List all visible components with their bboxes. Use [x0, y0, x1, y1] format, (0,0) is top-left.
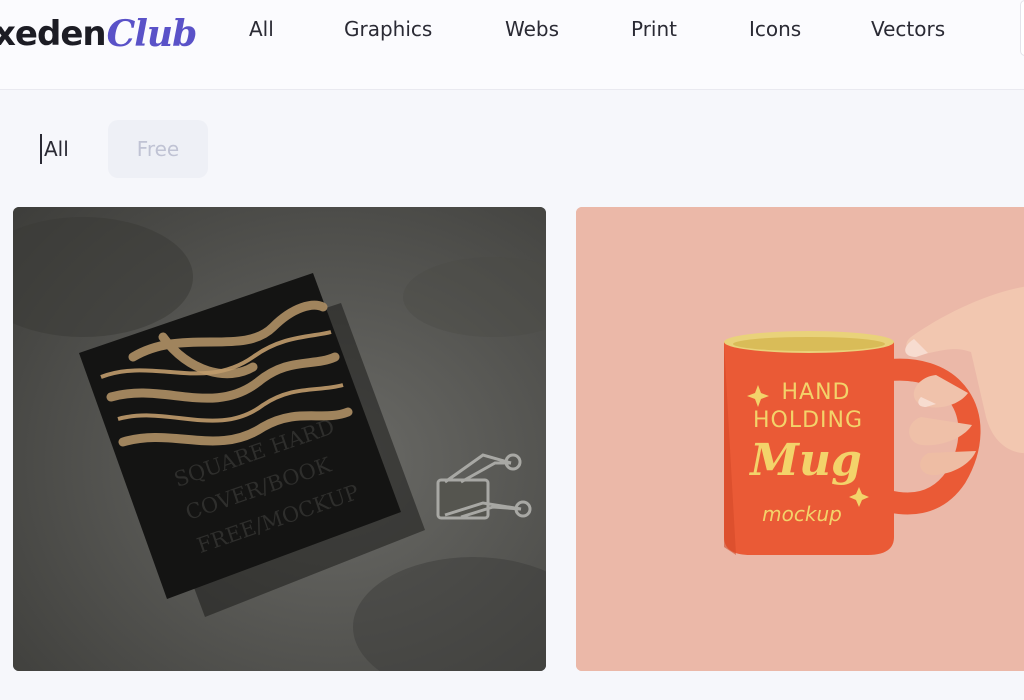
mug-text-mug: Mug [748, 435, 861, 486]
book-mockup-image: SQUARE HARD COVER/BOOK FREE/MOCKUP [13, 207, 546, 671]
card-mug-mockup[interactable]: HAND HOLDING Mug mockup [576, 207, 1024, 671]
nav-item-all[interactable]: All [249, 14, 274, 44]
filter-all[interactable]: All [40, 134, 69, 164]
site-header: xeden Club All Graphics Webs Print Icons … [0, 0, 1024, 90]
nav-item-graphics[interactable]: Graphics [344, 14, 432, 44]
mug-text-mockup: mockup [762, 502, 842, 526]
header-search-edge[interactable] [1020, 0, 1024, 56]
mug-mockup-image: HAND HOLDING Mug mockup [576, 207, 1024, 671]
nav-item-icons[interactable]: Icons [749, 14, 801, 44]
mug-text-hand: HAND [782, 380, 851, 405]
page: xeden Club All Graphics Webs Print Icons … [0, 0, 1024, 700]
filter-free[interactable]: Free [108, 120, 208, 178]
logo-wordmark: xeden [0, 14, 107, 54]
card-book-mockup[interactable]: SQUARE HARD COVER/BOOK FREE/MOCKUP [13, 207, 546, 671]
nav-item-print[interactable]: Print [631, 14, 677, 44]
mug-text-holding: HOLDING [753, 408, 863, 433]
page-bottom [0, 672, 1024, 700]
filter-tabs: All Free [0, 120, 400, 178]
logo-script: Club [106, 13, 198, 55]
nav-item-webs[interactable]: Webs [505, 14, 559, 44]
nav-item-vectors[interactable]: Vectors [871, 14, 945, 44]
site-logo[interactable]: xeden Club [0, 6, 198, 56]
